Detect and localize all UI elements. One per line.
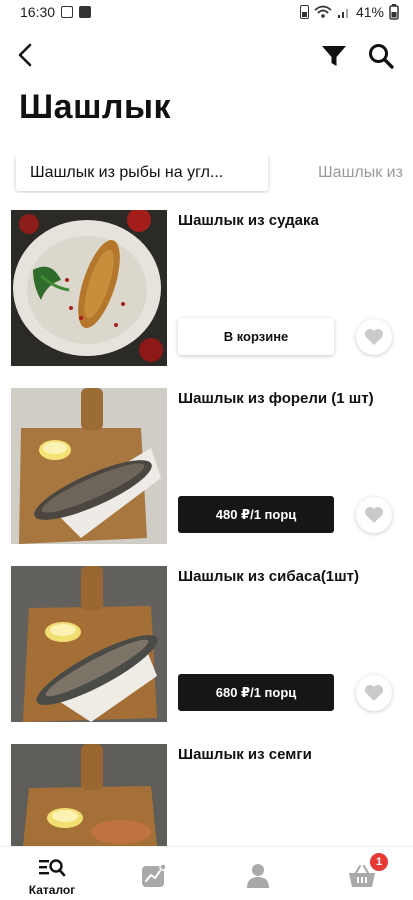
cart-count-badge: 1	[370, 853, 388, 871]
check-notification-icon	[79, 6, 92, 18]
nav-cart[interactable]: 1	[322, 847, 402, 900]
product-card[interactable]: Шашлык из судака В корзине	[0, 210, 413, 370]
favorite-button[interactable]	[356, 497, 392, 533]
favorite-button[interactable]	[356, 319, 392, 355]
trend-chart-icon	[142, 863, 167, 887]
back-button[interactable]	[14, 40, 38, 70]
add-to-cart-button[interactable]: 480 ₽/1 порц	[178, 496, 334, 533]
basket-icon	[349, 865, 375, 887]
chevron-left-icon	[18, 43, 32, 67]
product-image[interactable]	[11, 744, 167, 846]
heart-icon	[365, 685, 383, 701]
heart-icon	[365, 329, 383, 345]
category-tabs: Шашлык из рыбы на угл... Шашлык из	[0, 155, 413, 193]
filter-button[interactable]	[320, 42, 348, 70]
tab-next-category[interactable]: Шашлык из	[304, 155, 413, 191]
product-name: Шашлык из сибаса(1шт)	[178, 568, 359, 585]
product-image[interactable]	[11, 388, 167, 544]
product-name: Шашлык из семги	[178, 746, 312, 763]
app-header	[0, 36, 413, 76]
battery-icon	[389, 4, 399, 20]
bottom-navigation: Каталог 1	[0, 846, 413, 900]
battery-saver-icon	[299, 5, 309, 19]
product-card[interactable]: Шашлык из форели (1 шт) 480 ₽/1 порц	[0, 388, 413, 548]
page-title: Шашлык	[19, 88, 172, 126]
search-icon	[369, 44, 394, 69]
product-card[interactable]: Шашлык из сибаса(1шт) 680 ₽/1 порц	[0, 566, 413, 726]
product-image[interactable]	[11, 210, 167, 366]
heart-icon	[365, 507, 383, 523]
add-to-cart-button[interactable]: 680 ₽/1 порц	[178, 674, 334, 711]
catalog-icon	[39, 859, 66, 877]
in-cart-button[interactable]: В корзине	[178, 318, 334, 355]
signal-icon	[337, 9, 348, 18]
battery-percent: 41%	[355, 4, 384, 20]
product-name: Шашлык из форели (1 шт)	[178, 390, 374, 407]
favorite-button[interactable]	[356, 675, 392, 711]
wifi-icon	[314, 5, 332, 18]
status-time: 16:30	[20, 4, 56, 20]
nav-feed[interactable]	[114, 847, 194, 900]
product-image[interactable]	[11, 566, 167, 722]
nav-catalog-label: Каталог	[28, 883, 76, 897]
search-button[interactable]	[367, 42, 395, 70]
user-icon	[247, 864, 269, 888]
nav-profile[interactable]	[218, 847, 298, 900]
filter-icon	[322, 46, 346, 66]
gallery-notification-icon	[61, 6, 74, 18]
nav-catalog[interactable]: Каталог	[12, 847, 92, 900]
tab-fish-on-coals[interactable]: Шашлык из рыбы на угл...	[16, 155, 268, 191]
status-bar: 16:30 41%	[0, 0, 413, 24]
product-name: Шашлык из судака	[178, 212, 319, 229]
